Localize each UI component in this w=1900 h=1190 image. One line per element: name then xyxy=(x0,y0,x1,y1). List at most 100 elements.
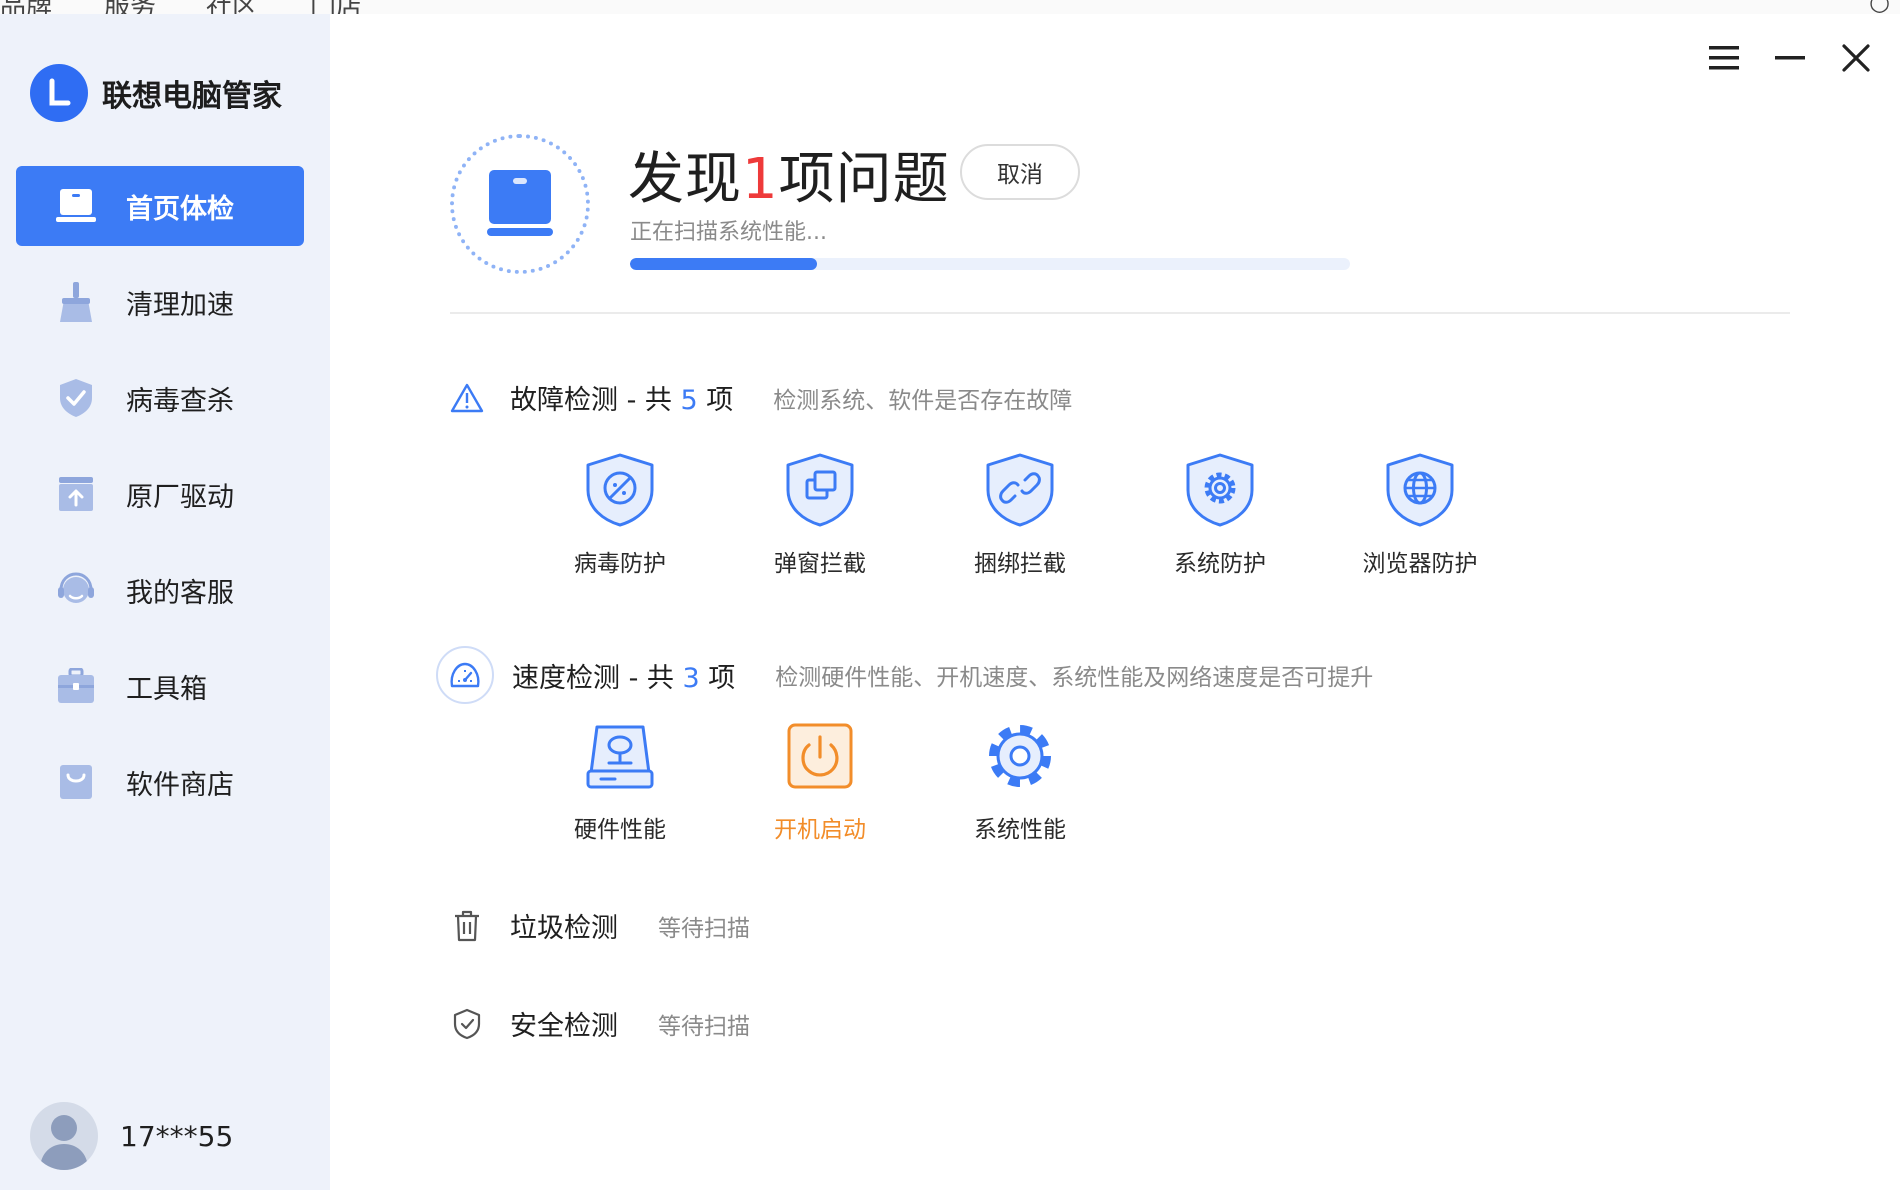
sidebar-item-virus-scan[interactable]: 病毒查杀 xyxy=(16,358,304,438)
item-label: 系统性能 xyxy=(974,817,1066,843)
sidebar: 联想电脑管家 首页体检 清理加速 病毒查杀 原厂驱动 我的客服 工具箱 软件商店… xyxy=(0,14,330,1190)
title-prefix: 发现 xyxy=(628,147,742,212)
sidebar-item-home-check[interactable]: 首页体检 xyxy=(16,166,304,246)
scan-progress-bar xyxy=(630,258,1350,270)
speed-detection-header: 速度检测 - 共 3 项 检测硬件性能、开机速度、系统性能及网络速度是否可提升 xyxy=(436,646,1373,704)
warning-triangle-icon xyxy=(450,381,484,415)
sidebar-item-oem-driver[interactable]: 原厂驱动 xyxy=(16,454,304,534)
item-label: 病毒防护 xyxy=(574,551,666,577)
shield-virus-icon xyxy=(582,450,658,530)
bg-search-icon: ○ xyxy=(1869,0,1890,14)
section-status: 等待扫描 xyxy=(658,1013,750,1040)
shield-gear-icon xyxy=(1182,450,1258,530)
shield-windows-icon xyxy=(782,450,858,530)
laptop-scan-icon xyxy=(487,170,553,236)
section-title-text: 速度检测 - 共 xyxy=(512,662,674,694)
item-label: 浏览器防护 xyxy=(1362,551,1478,577)
section-count: 3 xyxy=(682,662,700,694)
scan-progress-ring xyxy=(450,134,590,274)
speed-detection-items: 硬件性能 开机启动 系统性能 xyxy=(520,716,1120,844)
avatar[interactable] xyxy=(30,1102,98,1170)
user-name: 17***55 xyxy=(120,1119,234,1153)
section-unit: 项 xyxy=(706,385,734,416)
sidebar-item-label: 我的客服 xyxy=(126,577,234,609)
minimize-icon xyxy=(1775,56,1805,60)
sidebar-item-label: 清理加速 xyxy=(126,289,234,321)
brand: 联想电脑管家 xyxy=(30,64,282,122)
sidebar-item-customer-service[interactable]: 我的客服 xyxy=(16,550,304,630)
background-browser-strip: 品牌 服务 社区 门店 ○ xyxy=(0,0,1900,14)
menu-button[interactable] xyxy=(1708,42,1740,74)
sidebar-item-software-store[interactable]: 软件商店 xyxy=(16,742,304,822)
hamburger-menu-icon xyxy=(1709,46,1739,70)
section-status: 等待扫描 xyxy=(658,915,750,942)
bundle-block-item[interactable]: 捆绑拦截 xyxy=(920,450,1120,578)
bg-tab: 门店 xyxy=(310,0,362,14)
sidebar-item-label: 首页体检 xyxy=(126,193,234,225)
virus-protection-item[interactable]: 病毒防护 xyxy=(520,450,720,578)
window-controls xyxy=(1708,42,1872,74)
item-label: 捆绑拦截 xyxy=(974,551,1066,577)
cancel-button[interactable]: 取消 xyxy=(960,144,1080,200)
shield-check-icon xyxy=(56,378,96,418)
close-button[interactable] xyxy=(1840,42,1872,74)
startup-item[interactable]: 开机启动 xyxy=(720,716,920,844)
app-window: 联想电脑管家 首页体检 清理加速 病毒查杀 原厂驱动 我的客服 工具箱 软件商店… xyxy=(0,14,1900,1190)
section-description: 检测系统、软件是否存在故障 xyxy=(773,387,1073,414)
upload-box-icon xyxy=(56,474,96,514)
fault-detection-header: 故障检测 - 共 5 项 检测系统、软件是否存在故障 xyxy=(450,378,1072,417)
sidebar-item-label: 软件商店 xyxy=(126,769,234,801)
app-name: 联想电脑管家 xyxy=(102,79,282,114)
item-label: 系统防护 xyxy=(1174,551,1266,577)
bg-tab: 服务 xyxy=(104,0,156,14)
section-unit: 项 xyxy=(708,662,736,694)
shield-globe-icon xyxy=(1382,450,1458,530)
shield-link-icon xyxy=(982,450,1058,530)
title-suffix: 项问题 xyxy=(778,147,950,212)
sidebar-item-label: 工具箱 xyxy=(126,673,207,705)
system-protection-item[interactable]: 系统防护 xyxy=(1120,450,1320,578)
user-account[interactable]: 17***55 xyxy=(30,1102,233,1170)
speed-progress-ring xyxy=(436,646,494,704)
fault-detection-items: 病毒防护 弹窗拦截 捆绑拦截 系统防护 浏览器防护 xyxy=(520,450,1520,578)
section-title: 速度检测 - 共 3 项 xyxy=(512,656,735,695)
broom-icon xyxy=(56,282,96,322)
section-title: 安全检测 xyxy=(510,1011,618,1042)
section-count: 5 xyxy=(680,385,698,416)
sidebar-item-label: 原厂驱动 xyxy=(126,481,234,513)
speedometer-icon xyxy=(450,662,480,688)
sidebar-nav: 首页体检 清理加速 病毒查杀 原厂驱动 我的客服 工具箱 软件商店 xyxy=(16,166,304,838)
sidebar-item-clean-speedup[interactable]: 清理加速 xyxy=(16,262,304,342)
power-button-icon xyxy=(782,716,858,796)
page-title: 发现1项问题 xyxy=(628,134,950,215)
scan-progress-fill xyxy=(630,258,818,270)
laptop-icon xyxy=(56,186,96,226)
browser-protection-item[interactable]: 浏览器防护 xyxy=(1320,450,1520,578)
junk-detection-row: 垃圾检测 等待扫描 xyxy=(450,906,750,945)
divider xyxy=(450,312,1790,314)
section-title: 故障检测 - 共 5 项 xyxy=(510,378,733,417)
popup-block-item[interactable]: 弹窗拦截 xyxy=(720,450,920,578)
item-label: 弹窗拦截 xyxy=(774,551,866,577)
headset-icon xyxy=(56,570,96,610)
issue-count: 1 xyxy=(742,147,779,212)
trash-icon xyxy=(450,909,484,943)
hard-drive-icon xyxy=(582,716,658,796)
bg-tab: 社区 xyxy=(206,0,258,14)
section-title: 垃圾检测 xyxy=(510,913,618,944)
item-label: 硬件性能 xyxy=(574,817,666,843)
section-title-text: 故障检测 - 共 xyxy=(510,385,672,416)
bg-tab: 品牌 xyxy=(0,0,52,14)
shopping-bag-icon xyxy=(56,762,96,802)
shield-outline-icon xyxy=(450,1007,484,1041)
scan-status: 正在扫描系统性能... xyxy=(630,220,827,245)
item-label: 开机启动 xyxy=(774,817,866,843)
hardware-performance-item[interactable]: 硬件性能 xyxy=(520,716,720,844)
system-performance-item[interactable]: 系统性能 xyxy=(920,716,1120,844)
security-detection-row: 安全检测 等待扫描 xyxy=(450,1004,750,1043)
sidebar-item-label: 病毒查杀 xyxy=(126,385,234,417)
lenovo-logo-icon xyxy=(30,64,88,122)
sidebar-item-toolbox[interactable]: 工具箱 xyxy=(16,646,304,726)
gear-icon xyxy=(982,716,1058,796)
minimize-button[interactable] xyxy=(1774,42,1806,74)
